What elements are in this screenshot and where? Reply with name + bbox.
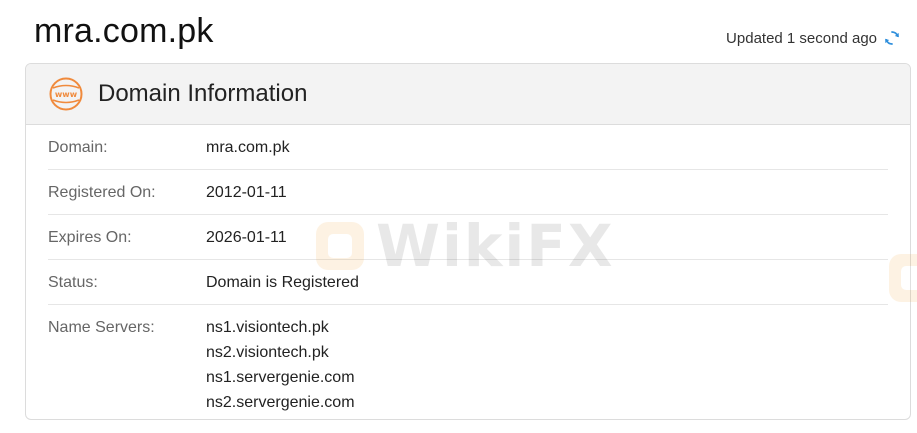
status-label: Status: xyxy=(48,274,98,291)
domain-label: Domain: xyxy=(48,139,108,156)
site-title: mra.com.pk xyxy=(34,12,214,50)
updated-text: Updated 1 second ago xyxy=(726,29,877,47)
row-name-servers: Name Servers: ns1.visiontech.pk ns2.visi… xyxy=(48,305,888,419)
row-registered-on: Registered On: 2012-01-11 xyxy=(48,170,888,215)
page: mra.com.pk Updated 1 second ago www Doma… xyxy=(0,0,917,433)
name-servers-label: Name Servers: xyxy=(48,319,155,336)
expires-on-value: 2026-01-11 xyxy=(206,229,287,246)
updated-status: Updated 1 second ago xyxy=(726,29,901,47)
registered-on-value: 2012-01-11 xyxy=(206,184,287,201)
card-title: Domain Information xyxy=(98,80,308,107)
row-domain: Domain: mra.com.pk xyxy=(48,125,888,170)
refresh-icon[interactable] xyxy=(883,29,901,47)
name-server-item: ns2.servergenie.com xyxy=(206,394,355,411)
row-status: Status: Domain is Registered xyxy=(48,260,888,305)
card-header: www Domain Information xyxy=(26,64,910,125)
row-expires-on: Expires On: 2026-01-11 xyxy=(48,215,888,260)
info-rows: Domain: mra.com.pk Registered On: 2012-0… xyxy=(26,125,910,419)
status-value: Domain is Registered xyxy=(206,274,359,291)
svg-text:www: www xyxy=(55,90,78,99)
expires-on-label: Expires On: xyxy=(48,229,132,246)
name-server-item: ns1.visiontech.pk xyxy=(206,319,329,336)
name-servers-list: ns1.visiontech.pk ns2.visiontech.pk ns1.… xyxy=(206,315,355,415)
domain-information-card: www Domain Information Domain: mra.com.p… xyxy=(25,63,911,420)
name-server-item: ns1.servergenie.com xyxy=(206,369,355,386)
www-icon: www xyxy=(48,76,84,112)
name-server-item: ns2.visiontech.pk xyxy=(206,344,329,361)
domain-value: mra.com.pk xyxy=(206,139,290,156)
registered-on-label: Registered On: xyxy=(48,184,156,201)
